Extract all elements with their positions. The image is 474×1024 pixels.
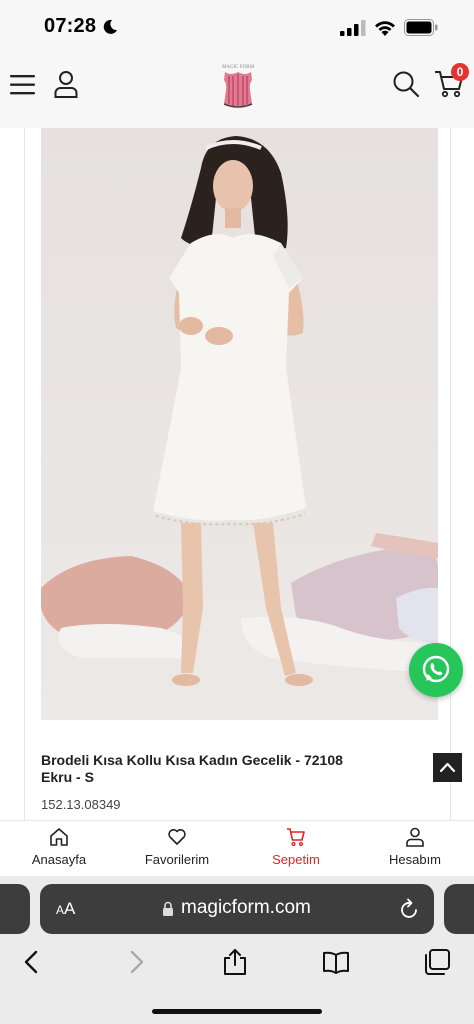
search-icon[interactable] — [392, 70, 420, 98]
home-indicator — [152, 1009, 322, 1014]
home-icon — [50, 828, 68, 846]
share-icon[interactable] — [221, 948, 249, 976]
url-text[interactable]: magicform.com — [181, 897, 311, 919]
whatsapp-button[interactable] — [409, 643, 463, 697]
back-icon[interactable] — [18, 948, 46, 976]
bottom-navigation: Anasayfa Favorilerim Sepetim Hesabım — [0, 820, 474, 876]
bookmarks-icon[interactable] — [322, 948, 350, 976]
cart-count-badge: 0 — [451, 63, 469, 81]
user-icon[interactable] — [54, 70, 78, 98]
reader-options-button[interactable]: AA — [56, 899, 75, 919]
moon-icon — [103, 19, 117, 34]
product-image[interactable] — [41, 128, 438, 720]
product-code: 152.13.08349 — [41, 797, 121, 812]
divider — [24, 128, 25, 820]
tabs-icon[interactable] — [423, 948, 451, 976]
lock-icon — [163, 901, 173, 916]
nav-cart[interactable]: Sepetim — [237, 821, 355, 877]
battery-icon — [404, 19, 438, 36]
wifi-icon — [375, 21, 395, 36]
nav-label: Hesabım — [388, 852, 442, 867]
cellular-signal-icon — [340, 20, 366, 36]
cart-icon — [287, 828, 305, 847]
previous-tab[interactable] — [0, 884, 30, 934]
status-bar: 07:28 — [0, 0, 474, 56]
scroll-to-top-button[interactable] — [433, 753, 462, 782]
nav-label: Anasayfa — [31, 852, 87, 867]
browser-toolbar: AA magicform.com — [0, 876, 474, 1024]
heart-icon — [168, 829, 186, 845]
nav-label: Favorilerim — [144, 852, 210, 867]
divider — [450, 128, 451, 820]
chevron-up-icon — [439, 762, 456, 773]
svg-text:MAGIC FORM: MAGIC FORM — [222, 65, 255, 70]
next-tab[interactable] — [444, 884, 474, 934]
nav-home[interactable]: Anasayfa — [0, 821, 118, 877]
nav-favorites[interactable]: Favorilerim — [118, 821, 236, 877]
nav-label: Sepetim — [272, 852, 320, 867]
nav-account[interactable]: Hesabım — [356, 821, 474, 877]
address-bar[interactable]: AA magicform.com — [40, 884, 434, 934]
forward-icon[interactable] — [122, 948, 150, 976]
menu-icon[interactable] — [10, 74, 36, 96]
site-header: MAGIC FORM 0 — [0, 56, 474, 128]
whatsapp-icon — [422, 655, 450, 683]
product-content: Brodeli Kısa Kollu Kısa Kadın Gecelik - … — [0, 128, 474, 820]
brand-logo[interactable]: MAGIC FORM — [215, 60, 261, 112]
product-title[interactable]: Brodeli Kısa Kollu Kısa Kadın Gecelik - … — [41, 752, 371, 786]
user-icon — [406, 827, 424, 847]
status-time: 07:28 — [44, 15, 97, 37]
reload-icon[interactable] — [400, 898, 420, 920]
